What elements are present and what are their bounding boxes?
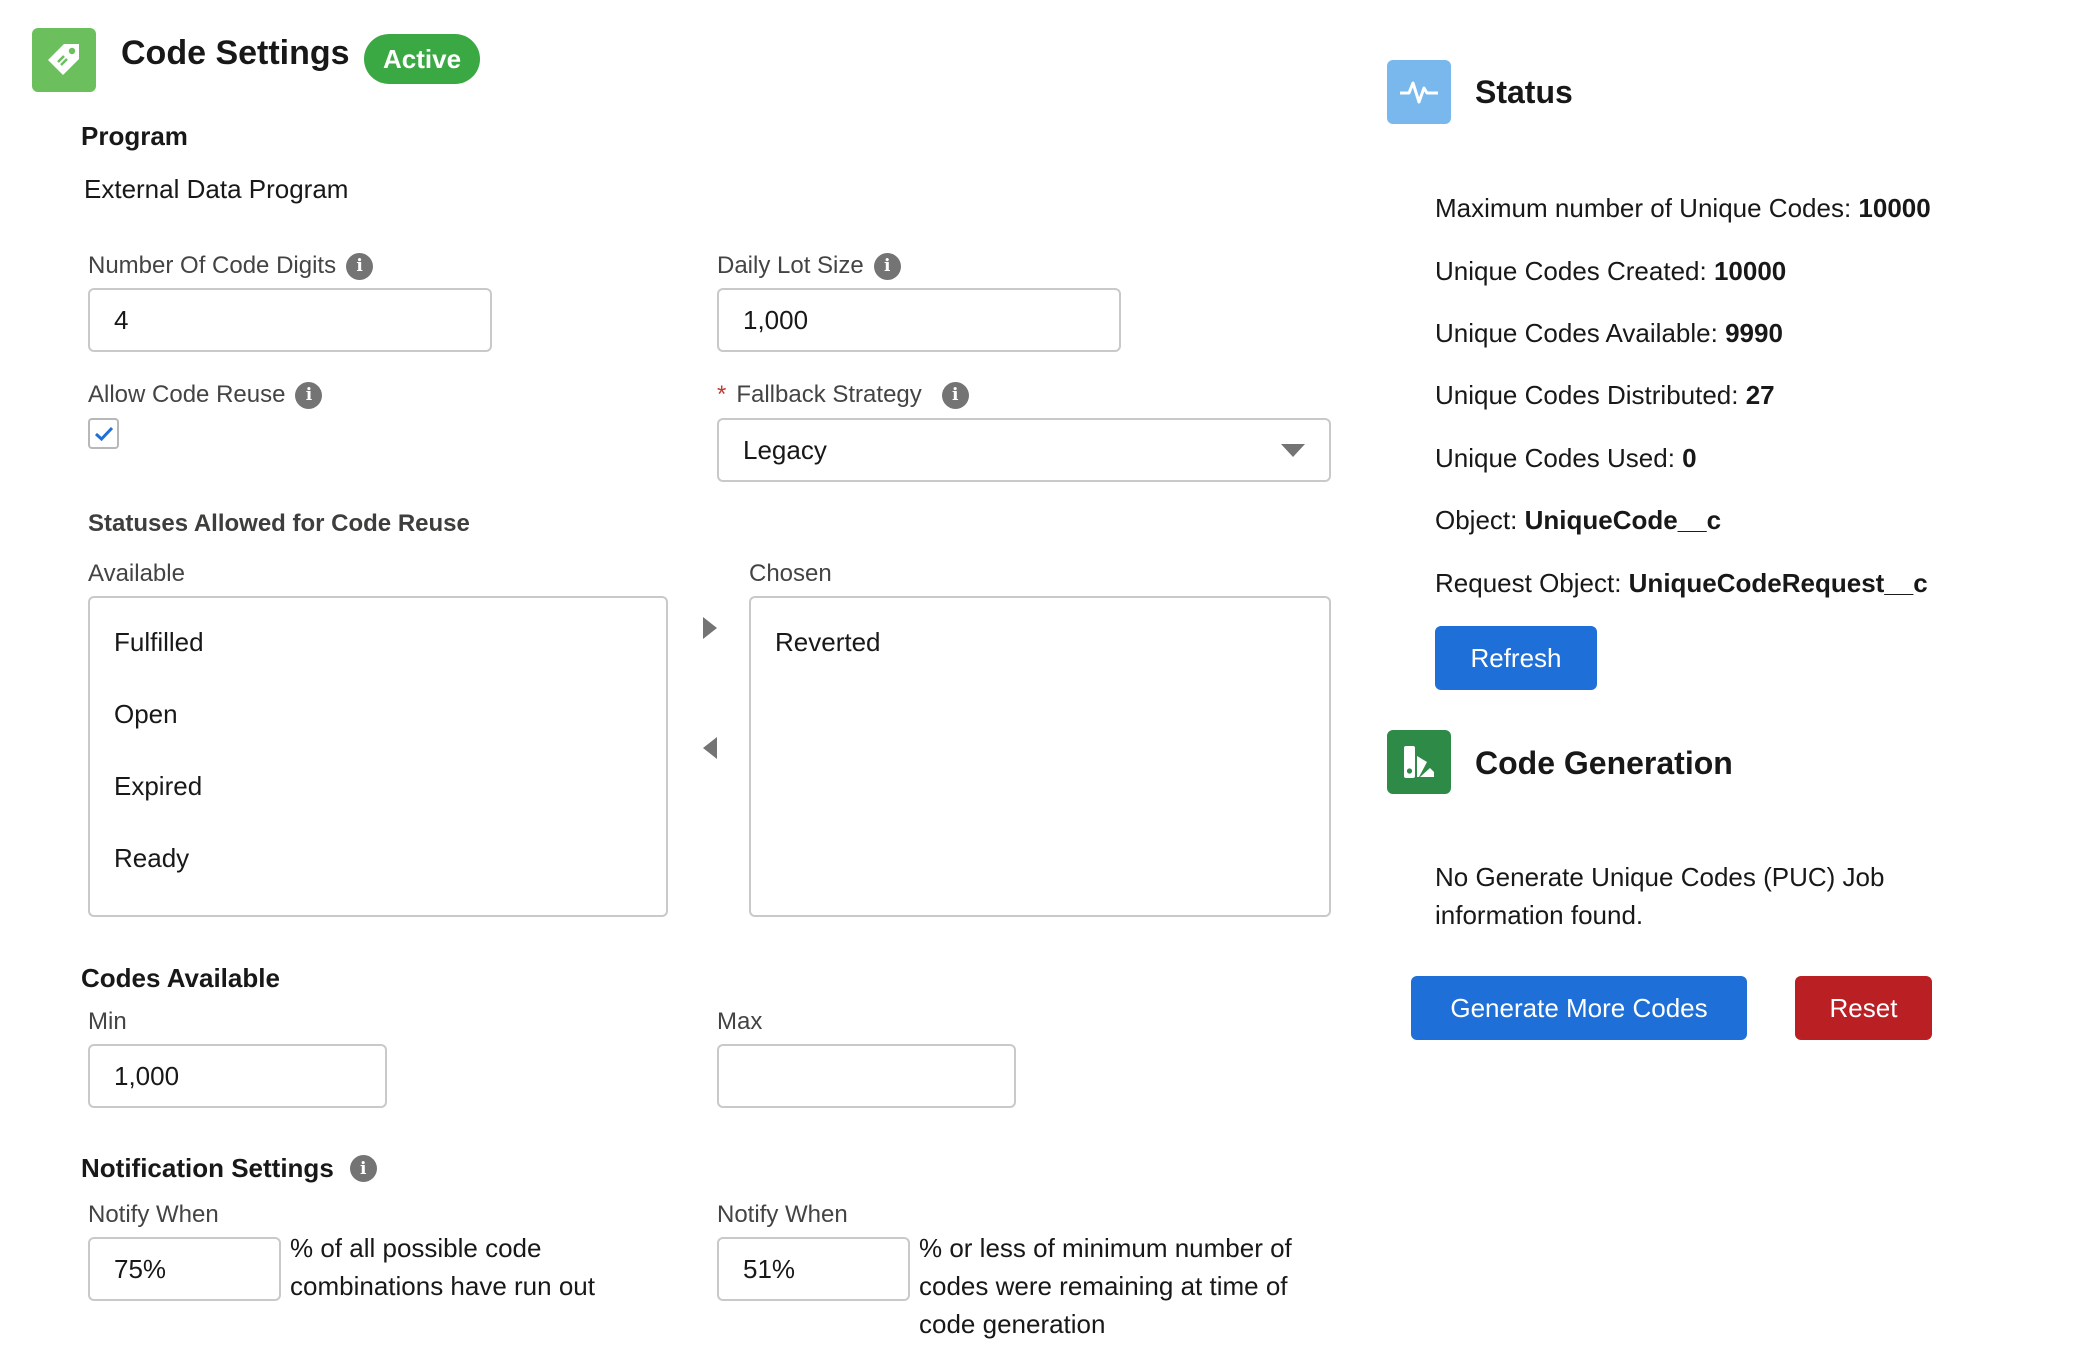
codes-available-heading: Codes Available: [81, 963, 280, 993]
available-listbox[interactable]: Fulfilled Open Expired Ready: [88, 596, 668, 917]
code-digits-input[interactable]: 4: [88, 288, 492, 352]
chevron-down-icon: [1281, 443, 1305, 457]
program-value: External Data Program: [84, 174, 349, 204]
notify-percent-input-right[interactable]: 51%: [717, 1237, 910, 1301]
code-generation-message-line2: information found.: [1435, 900, 1644, 930]
notify-desc-right-line3: code generation: [919, 1309, 1106, 1339]
stat-value: 10000: [1713, 256, 1787, 286]
notify-desc-left: % of all possible code combinations have…: [290, 1229, 595, 1305]
generate-more-codes-button[interactable]: Generate More Codes: [1411, 976, 1747, 1040]
stat-label: Unique Codes Available:: [1435, 318, 1726, 348]
notify-percent-input-left[interactable]: 75%: [88, 1237, 281, 1301]
stat-label: Request Object:: [1435, 568, 1629, 598]
notify-desc-right-line1: % or less of minimum number of: [919, 1233, 1292, 1263]
notify-when-label-left: Notify When: [88, 1201, 219, 1228]
swatch-icon: [1387, 730, 1451, 794]
notify-desc-left-line2: combinations have run out: [290, 1271, 595, 1301]
app-tag-icon: [32, 28, 96, 92]
move-left-button[interactable]: [703, 737, 717, 759]
stat-value: UniqueCodeRequest__c: [1628, 568, 1928, 598]
stat-object: Object: UniqueCode__c: [1435, 505, 1721, 536]
stat-codes-distributed: Unique Codes Distributed: 27: [1435, 380, 1775, 411]
notify-desc-right-line2: codes were remaining at time of: [919, 1271, 1288, 1301]
required-mark: *: [717, 381, 727, 408]
info-icon[interactable]: i: [873, 252, 901, 280]
allow-reuse-checkbox[interactable]: [88, 418, 119, 449]
list-item[interactable]: Open: [90, 692, 666, 764]
fallback-label-text: Fallback Strategy: [736, 381, 922, 408]
status-badge: Active: [364, 34, 481, 84]
list-item[interactable]: Expired: [90, 764, 666, 836]
chosen-label: Chosen: [749, 560, 832, 587]
notify-percent-value-right: 51%: [743, 1253, 796, 1284]
code-digits-label-text: Number Of Code Digits: [88, 252, 337, 279]
daily-lot-value: 1,000: [743, 304, 809, 335]
notify-desc-left-line1: % of all possible code: [290, 1233, 542, 1263]
refresh-button[interactable]: Refresh: [1435, 626, 1597, 690]
move-right-button[interactable]: [703, 617, 717, 639]
stat-label: Unique Codes Used:: [1435, 443, 1683, 473]
stat-request-object: Request Object: UniqueCodeRequest__c: [1435, 568, 1928, 599]
available-label: Available: [88, 560, 185, 587]
fallback-select[interactable]: Legacy: [717, 418, 1331, 482]
code-generation-title: Code Generation: [1475, 745, 1733, 781]
code-digits-label: Number Of Code Digits i: [88, 252, 374, 280]
reset-button[interactable]: Reset: [1795, 976, 1932, 1040]
stat-value: 10000: [1858, 193, 1931, 223]
code-digits-value: 4: [114, 304, 129, 335]
program-heading: Program: [81, 121, 188, 151]
pulse-icon: [1387, 60, 1451, 124]
notification-heading: Notification Settings i: [81, 1153, 377, 1184]
info-icon[interactable]: i: [349, 1155, 377, 1182]
info-icon[interactable]: i: [346, 252, 374, 280]
stat-value: 0: [1682, 443, 1697, 473]
notification-heading-text: Notification Settings: [81, 1153, 334, 1183]
daily-lot-input[interactable]: 1,000: [717, 288, 1121, 352]
max-input[interactable]: [717, 1044, 1016, 1108]
list-item[interactable]: Fulfilled: [90, 620, 666, 692]
stat-label: Maximum number of Unique Codes:: [1435, 193, 1859, 223]
fallback-selected-value: Legacy: [743, 434, 827, 465]
allow-reuse-label: Allow Code Reuse i: [88, 381, 323, 409]
stat-value: UniqueCode__c: [1524, 505, 1722, 535]
stat-codes-used: Unique Codes Used: 0: [1435, 443, 1697, 474]
stat-value: 27: [1745, 380, 1775, 410]
list-item[interactable]: Reverted: [751, 620, 1329, 692]
notify-percent-value-left: 75%: [114, 1253, 167, 1284]
fallback-label: * Fallback Strategy i: [717, 381, 969, 409]
stat-label: Unique Codes Created:: [1435, 256, 1714, 286]
notify-when-label-right: Notify When: [717, 1201, 848, 1228]
allow-reuse-label-text: Allow Code Reuse: [88, 381, 286, 408]
page-title: Code Settings: [121, 34, 350, 72]
chosen-listbox[interactable]: Reverted: [749, 596, 1331, 917]
checkmark-icon: [94, 426, 113, 441]
list-item[interactable]: Ready: [90, 836, 666, 908]
min-input[interactable]: 1,000: [88, 1044, 387, 1108]
code-generation-message-line1: No Generate Unique Codes (PUC) Job: [1435, 862, 1885, 892]
status-panel-title: Status: [1475, 74, 1573, 110]
stat-codes-available: Unique Codes Available: 9990: [1435, 318, 1783, 349]
min-value: 1,000: [114, 1060, 180, 1091]
statuses-heading: Statuses Allowed for Code Reuse: [88, 510, 470, 537]
stat-label: Object:: [1435, 505, 1525, 535]
stat-codes-created: Unique Codes Created: 10000: [1435, 256, 1786, 287]
daily-lot-label-text: Daily Lot Size: [717, 252, 864, 279]
code-generation-message: No Generate Unique Codes (PUC) Job infor…: [1435, 858, 1884, 934]
max-label: Max: [717, 1008, 763, 1035]
min-label: Min: [88, 1008, 127, 1035]
notify-desc-right: % or less of minimum number of codes wer…: [919, 1229, 1292, 1343]
daily-lot-label: Daily Lot Size i: [717, 252, 901, 280]
info-icon[interactable]: i: [295, 381, 323, 409]
stat-max-codes: Maximum number of Unique Codes: 10000: [1435, 193, 1931, 224]
stat-label: Unique Codes Distributed:: [1435, 380, 1746, 410]
info-icon[interactable]: i: [941, 381, 969, 409]
stat-value: 9990: [1725, 318, 1783, 348]
